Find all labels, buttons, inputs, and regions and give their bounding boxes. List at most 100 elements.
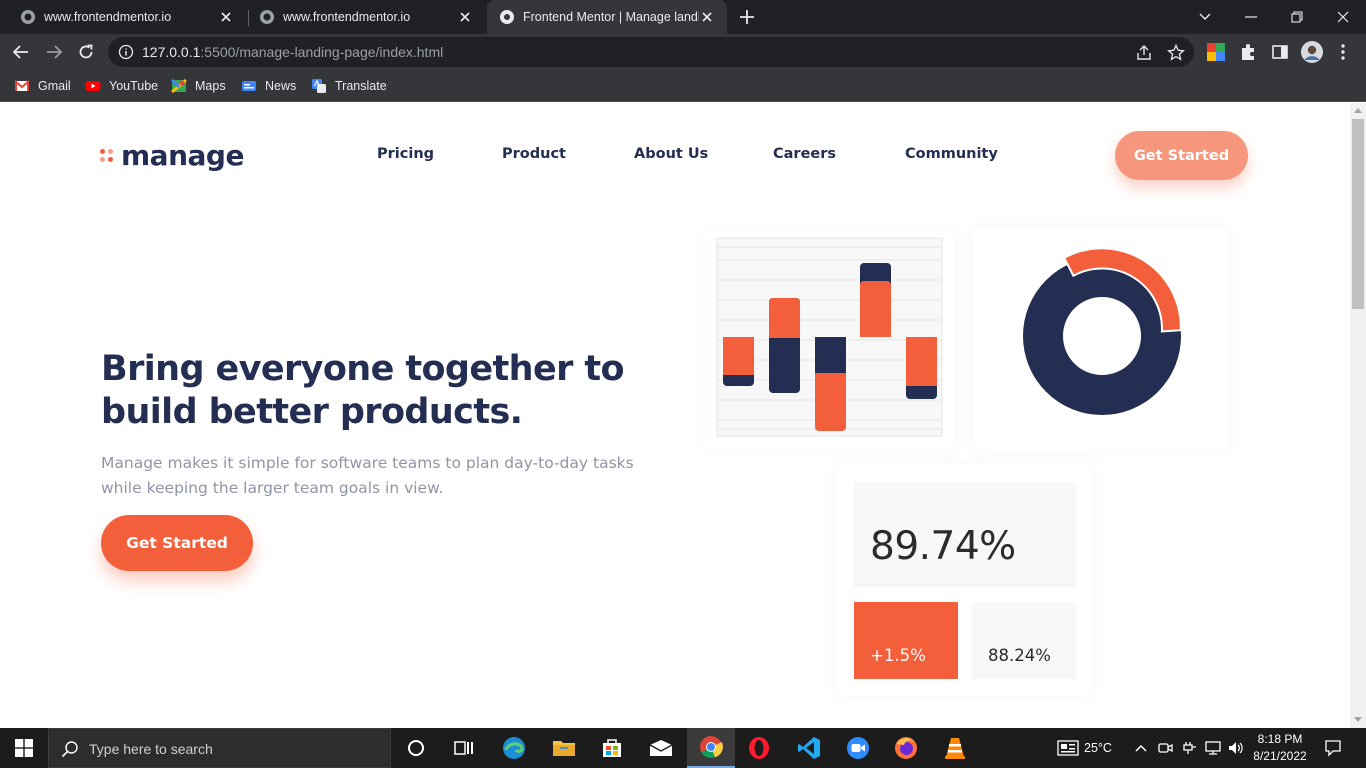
nav-about-us[interactable]: About Us: [634, 146, 708, 162]
share-icon[interactable]: [1135, 44, 1153, 62]
header-get-started-button[interactable]: Get Started: [1115, 131, 1248, 180]
clock-time: 8:18 PM: [1257, 732, 1303, 746]
bar-chart-illustration-card: [705, 231, 955, 449]
scroll-up-arrow-icon[interactable]: [1354, 108, 1362, 113]
clock-date: 8/21/2022: [1253, 749, 1307, 763]
bar-2: [769, 298, 800, 393]
weather-temperature[interactable]: 25°C: [1084, 739, 1124, 757]
site-info-icon[interactable]: [118, 44, 134, 60]
news-icon: [242, 81, 256, 91]
window-close-icon[interactable]: [1332, 6, 1354, 28]
cortana-circle-icon[interactable]: [392, 728, 440, 768]
opera-icon[interactable]: [735, 728, 783, 768]
browser-tab-3-active[interactable]: Frontend Mentor | Manage landi: [487, 0, 727, 34]
task-view-icon[interactable]: [440, 728, 488, 768]
youtube-icon: [85, 81, 101, 91]
gmail-icon: [14, 80, 30, 91]
hero-get-started-button[interactable]: Get Started: [101, 515, 253, 571]
windows-taskbar: Type here to search 25°C 8:18 PM 8/21/20…: [0, 728, 1366, 768]
chrome-icon[interactable]: [687, 728, 735, 768]
bookmark-star-icon[interactable]: [1167, 44, 1185, 62]
bookmark-maps[interactable]: Maps: [171, 76, 226, 96]
nav-careers[interactable]: Careers: [773, 146, 836, 162]
stat-change-value: +1.5%: [870, 646, 926, 665]
page-viewport: manage Pricing Product About Us Careers …: [0, 103, 1350, 728]
bookmarks-bar: Gmail YouTube Maps News Translate: [0, 70, 1366, 102]
stat-change-tile: +1.5%: [854, 602, 958, 679]
firefox-icon[interactable]: [882, 728, 930, 768]
vscode-icon[interactable]: [785, 728, 833, 768]
tab-title: Frontend Mentor | Manage landi: [523, 10, 699, 24]
close-icon[interactable]: [457, 9, 473, 25]
tab-search-chevron-icon[interactable]: [1194, 6, 1216, 28]
reload-icon[interactable]: [75, 41, 97, 63]
tab-title: www.frontendmentor.io: [283, 10, 411, 24]
notifications-icon[interactable]: [1322, 739, 1344, 757]
bookmark-translate[interactable]: Translate: [311, 76, 387, 96]
translate-icon: [312, 79, 326, 93]
nav-community[interactable]: Community: [905, 146, 998, 162]
bar-3: [815, 337, 846, 431]
logo-text: manage: [121, 139, 244, 172]
scrollbar-thumb[interactable]: [1352, 119, 1364, 309]
extensions-puzzle-icon[interactable]: [1238, 42, 1258, 62]
donut-chart-illustration-card: [973, 228, 1229, 450]
stat-main-tile: 89.74%: [854, 482, 1076, 587]
news-widget-icon[interactable]: [1056, 739, 1080, 757]
browser-tab-2[interactable]: www.frontendmentor.io: [239, 0, 487, 34]
restore-icon[interactable]: [1286, 6, 1308, 28]
page-scrollbar[interactable]: [1350, 103, 1366, 728]
file-explorer-icon[interactable]: [540, 728, 588, 768]
profile-avatar-icon[interactable]: [1301, 41, 1323, 63]
frontend-mentor-icon: [500, 10, 514, 24]
windows-start-icon[interactable]: [0, 728, 48, 768]
volume-icon[interactable]: [1226, 739, 1244, 757]
taskbar-search-box[interactable]: Type here to search: [48, 728, 391, 768]
meet-now-icon[interactable]: [1156, 739, 1174, 757]
stat-secondary-tile: 88.24%: [972, 602, 1076, 679]
globe-icon: [260, 10, 274, 24]
zoom-icon[interactable]: [834, 728, 882, 768]
stat-main-value: 89.74%: [870, 524, 1016, 569]
bookmark-label: Maps: [195, 79, 226, 93]
nav-pricing[interactable]: Pricing: [377, 146, 434, 162]
bar-1: [723, 337, 754, 386]
browser-tab-1[interactable]: www.frontendmentor.io: [0, 0, 248, 34]
url-path: :5500/manage-landing-page/index.html: [200, 44, 444, 60]
extension-color-icon[interactable]: [1206, 42, 1226, 62]
tab-title: www.frontendmentor.io: [44, 10, 172, 24]
site-logo[interactable]: manage: [100, 139, 244, 172]
bookmark-gmail[interactable]: Gmail: [14, 76, 71, 96]
url-host: 127.0.0.1: [142, 44, 201, 60]
bar-chart-illustration: [716, 237, 943, 437]
url-text[interactable]: 127.0.0.1:5500/manage-landing-page/index…: [142, 44, 443, 60]
donut-chart-illustration: [1023, 247, 1182, 415]
chevron-up-icon[interactable]: [1132, 739, 1150, 757]
close-icon[interactable]: [699, 9, 715, 25]
taskbar-clock[interactable]: 8:18 PM 8/21/2022: [1248, 731, 1312, 765]
new-tab-icon[interactable]: [738, 8, 756, 26]
scroll-down-arrow-icon[interactable]: [1354, 717, 1362, 722]
nav-product[interactable]: Product: [502, 146, 566, 162]
browser-toolbar: 127.0.0.1:5500/manage-landing-page/index…: [0, 34, 1366, 70]
mail-icon[interactable]: [637, 728, 685, 768]
hero-title: Bring everyone together to build better …: [101, 349, 625, 432]
network-icon[interactable]: [1204, 739, 1222, 757]
bookmark-youtube[interactable]: YouTube: [85, 76, 158, 96]
bookmark-label: Gmail: [38, 79, 71, 93]
minimize-icon[interactable]: [1240, 6, 1262, 28]
back-arrow-icon[interactable]: [10, 41, 32, 63]
address-bar[interactable]: 127.0.0.1:5500/manage-landing-page/index…: [108, 37, 1194, 67]
forward-arrow-icon[interactable]: [43, 41, 65, 63]
edge-browser-icon[interactable]: [490, 728, 538, 768]
globe-icon: [21, 10, 35, 24]
microsoft-store-icon[interactable]: [588, 728, 636, 768]
vlc-icon[interactable]: [931, 728, 979, 768]
menu-kebab-icon[interactable]: [1333, 42, 1353, 62]
power-plug-icon[interactable]: [1180, 739, 1198, 757]
side-panel-icon[interactable]: [1270, 42, 1290, 62]
close-icon[interactable]: [218, 9, 234, 25]
bookmark-news[interactable]: News: [241, 76, 296, 96]
stats-illustration-card: 89.74% +1.5% 88.24%: [836, 465, 1092, 695]
bookmark-label: Translate: [335, 79, 387, 93]
